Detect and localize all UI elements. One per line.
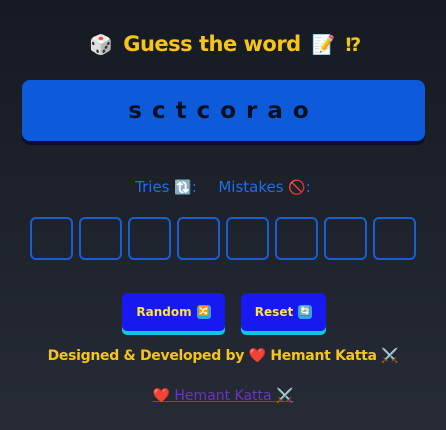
letter-slot-1[interactable]: [30, 217, 73, 260]
reset-button-label: Reset: [254, 305, 294, 319]
letter-slot-6[interactable]: [275, 217, 318, 260]
credit-line: Designed & Developed by ❤️ Hemant Katta …: [0, 348, 446, 364]
random-button[interactable]: Random 🔀: [122, 293, 225, 331]
author-name: Hemant Katta: [270, 348, 377, 364]
author-link-name: Hemant Katta: [174, 388, 272, 404]
repeat-icon: 🔃: [174, 180, 192, 196]
swords-icon: ⚔️: [381, 348, 399, 364]
stats-row: Tries 🔃: Mistakes 🚫:: [0, 178, 446, 196]
scrambled-word: sctcorao: [128, 97, 319, 124]
letter-slot-8[interactable]: [373, 217, 416, 260]
letter-slot-3[interactable]: [128, 217, 171, 260]
prohibited-icon: 🚫: [288, 180, 306, 196]
author-link[interactable]: ❤️ Hemant Katta ⚔️: [0, 388, 446, 404]
shuffle-icon: 🔀: [196, 305, 211, 319]
letter-slot-4[interactable]: [177, 217, 220, 260]
mistakes-label: Mistakes: [218, 178, 284, 196]
heart-icon: ❤️: [152, 388, 170, 404]
tries-label: Tries: [135, 178, 170, 196]
tries-colon: :: [191, 178, 197, 196]
random-button-label: Random: [136, 305, 192, 319]
mistakes-colon: :: [305, 178, 311, 196]
title-text: Guess the word: [123, 32, 301, 56]
dice-icon: 🎲: [89, 34, 113, 56]
credit-prefix: Designed & Developed by: [47, 348, 245, 364]
letter-slots: [30, 217, 416, 260]
letter-slot-7[interactable]: [324, 217, 367, 260]
letter-slot-2[interactable]: [79, 217, 122, 260]
memo-icon: 📝: [311, 34, 336, 56]
scrambled-word-box: sctcorao: [22, 80, 425, 141]
reset-button[interactable]: Reset 🔄: [241, 293, 326, 331]
swords-icon: ⚔️: [276, 388, 294, 404]
page-title: 🎲 Guess the word 📝 ⁉: [0, 32, 446, 56]
exclamation-question-icon: ⁉: [345, 34, 362, 56]
letter-slot-5[interactable]: [226, 217, 269, 260]
heart-icon: ❤️: [248, 348, 266, 364]
refresh-icon: 🔄: [298, 305, 313, 319]
